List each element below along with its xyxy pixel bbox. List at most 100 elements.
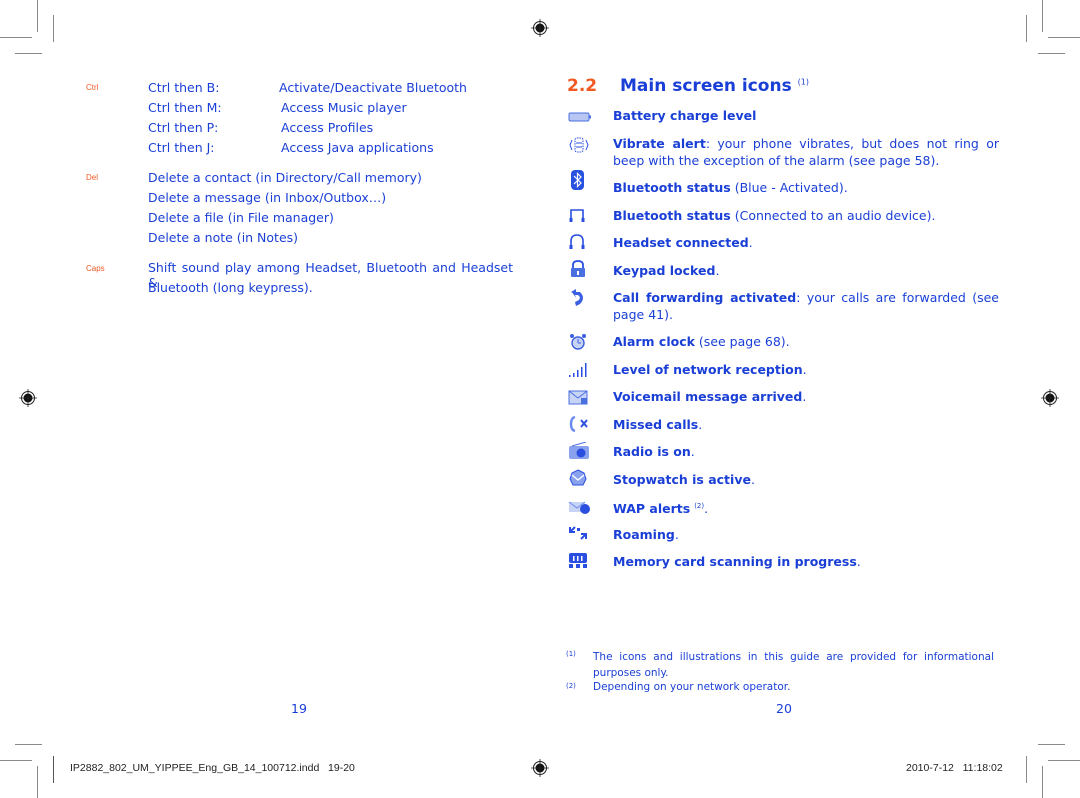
- icon-title: Level of network reception: [613, 362, 803, 377]
- section-number: 2.2: [567, 76, 598, 96]
- icon-detail: .: [690, 444, 695, 459]
- icon-description: Roaming.: [613, 526, 999, 543]
- alarm-clock-icon: [570, 334, 586, 350]
- crop-mark: [1026, 15, 1027, 42]
- bluetooth-icon: [571, 170, 584, 190]
- crop-mark: [37, 766, 38, 798]
- icon-title: Keypad locked: [613, 263, 716, 278]
- slug-filename: IP2882_802_UM_YIPPEE_Eng_GB_14_100712.in…: [70, 762, 355, 774]
- icon-title: Call forwarding activated: [613, 290, 797, 305]
- icon-title: Battery charge level: [613, 108, 757, 123]
- section-title-text: Main screen icons: [620, 76, 792, 96]
- caps-description: Bluetooth (long keypress).: [148, 280, 313, 295]
- del-description: Delete a contact (in Directory/Call memo…: [148, 170, 422, 185]
- memory-card-icon: [569, 553, 587, 568]
- icon-description: Stopwatch is active.: [613, 471, 999, 488]
- footnote-marker: (2): [566, 682, 576, 690]
- registration-mark-icon: [19, 389, 37, 407]
- shortcut-action: Activate/Deactivate Bluetooth: [279, 80, 467, 95]
- crop-mark: [1048, 760, 1080, 761]
- footnote-ref: (2): [694, 502, 705, 510]
- icon-detail: .: [704, 501, 709, 517]
- icon-detail: .: [674, 527, 679, 542]
- icon-description: Missed calls.: [613, 416, 999, 433]
- shortcut-key: Ctrl then B:: [148, 80, 220, 95]
- crop-mark: [15, 53, 42, 54]
- shortcut-action: Access Music player: [281, 100, 407, 115]
- icon-title: Vibrate alert: [613, 136, 706, 151]
- crop-mark: [1026, 756, 1027, 783]
- icon-detail: (see page 68).: [694, 334, 790, 349]
- icon-detail: .: [715, 263, 720, 278]
- icon-detail: (Blue - Activated).: [730, 180, 848, 195]
- icon-description: Alarm clock (see page 68).: [613, 333, 999, 350]
- key-label-ctrl: Ctrl: [86, 83, 99, 92]
- footnote-text: The icons and illustrations in this guid…: [593, 651, 994, 679]
- crop-mark: [0, 37, 32, 38]
- shortcut-key: Ctrl then J:: [148, 140, 215, 155]
- crop-mark: [1038, 53, 1065, 54]
- registration-mark-icon: [531, 19, 549, 37]
- registration-mark-icon: [1041, 389, 1059, 407]
- battery-icon: [568, 112, 591, 122]
- icon-title: Missed calls: [613, 417, 699, 432]
- call-forward-icon: [571, 289, 583, 306]
- missed-call-icon: [569, 415, 588, 433]
- signal-icon: [569, 363, 587, 377]
- page-number: 20: [776, 701, 792, 716]
- icon-description: Voicemail message arrived.: [613, 388, 999, 405]
- shortcut-key: Ctrl then P:: [148, 120, 219, 135]
- icon-detail: .: [856, 554, 861, 569]
- icon-detail: .: [748, 235, 753, 250]
- icon-title: Bluetooth status: [613, 180, 731, 195]
- icon-description: Vibrate alert: your phone vibrates, but …: [613, 135, 999, 169]
- section-title: Main screen icons (1): [620, 76, 809, 96]
- crop-mark: [1048, 37, 1080, 38]
- icon-title: Memory card scanning in progress: [613, 554, 857, 569]
- icon-title: Bluetooth status: [613, 208, 731, 223]
- icon-detail: (Connected to an audio device).: [730, 208, 936, 223]
- icon-detail: .: [802, 362, 807, 377]
- del-description: Delete a message (in Inbox/Outbox…): [148, 190, 387, 205]
- headset-icon: [569, 234, 585, 249]
- wap-alert-icon: [568, 501, 590, 514]
- crop-mark: [53, 15, 54, 42]
- shortcut-action: Access Java applications: [281, 140, 434, 155]
- icon-description: WAP alerts (2).: [613, 498, 999, 517]
- icon-description: Radio is on.: [613, 443, 999, 460]
- crop-mark: [1038, 744, 1065, 745]
- del-description: Delete a note (in Notes): [148, 230, 299, 245]
- icon-description: Bluetooth status (Connected to an audio …: [613, 207, 999, 224]
- radio-icon: [569, 442, 589, 459]
- footnote-marker: (1): [566, 650, 576, 658]
- roaming-icon: [569, 526, 587, 540]
- crop-mark: [15, 744, 42, 745]
- icon-description: Keypad locked.: [613, 262, 999, 279]
- icon-detail: .: [698, 417, 703, 432]
- icon-description: Bluetooth status (Blue - Activated).: [613, 179, 999, 196]
- icon-title: WAP alerts: [613, 501, 691, 517]
- icon-detail: .: [750, 472, 755, 487]
- icon-title: Alarm clock: [613, 334, 695, 349]
- lock-icon: [571, 260, 585, 277]
- registration-mark-icon: [531, 759, 549, 777]
- footnote-text: Depending on your network operator.: [593, 681, 791, 693]
- icon-title: Roaming: [613, 527, 675, 542]
- key-label-del: Del: [86, 173, 99, 182]
- del-description: Delete a file (in File manager): [148, 210, 334, 225]
- crop-mark: [1042, 0, 1043, 32]
- shortcut-key: Ctrl then M:: [148, 100, 222, 115]
- key-label-caps: Caps: [86, 264, 105, 273]
- icon-title: Stopwatch is active: [613, 472, 751, 487]
- icon-description: Memory card scanning in progress.: [613, 553, 999, 570]
- stopwatch-icon: [569, 469, 587, 486]
- crop-mark: [0, 760, 32, 761]
- slug-divider: [53, 756, 54, 783]
- vibrate-icon: [569, 137, 589, 153]
- icon-description: Battery charge level: [613, 107, 999, 124]
- icon-description: Call forwarding activated: your calls ar…: [613, 289, 999, 323]
- slug-timestamp: 2010-7-12 11:18:02: [906, 762, 1003, 774]
- crop-mark: [1042, 766, 1043, 798]
- footnote-ref: (1): [797, 77, 809, 87]
- bluetooth-audio-icon: [569, 209, 585, 222]
